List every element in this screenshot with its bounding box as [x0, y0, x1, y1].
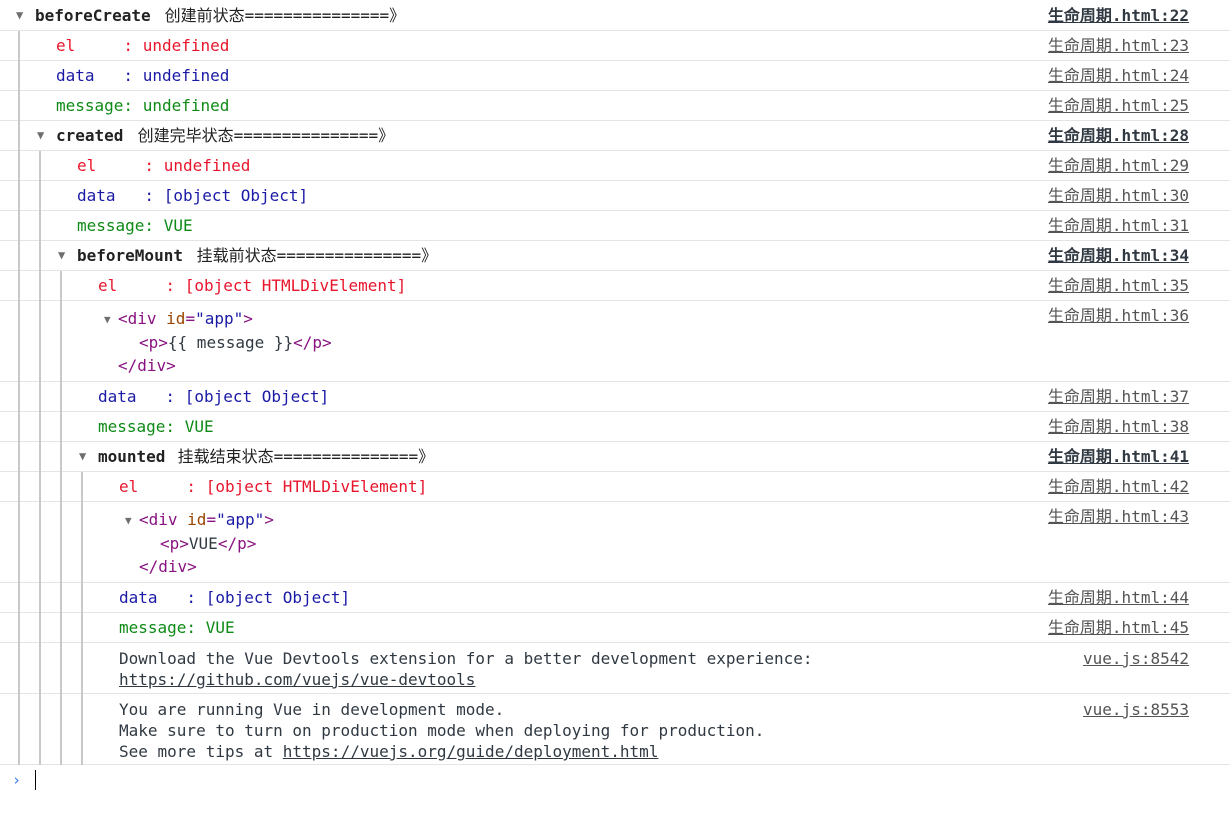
group-header-before-mount[interactable]: ▼ beforeMount 挂载前状态===============》 生命周期… [0, 241, 1230, 271]
log-message: message: VUE [77, 216, 193, 235]
group-header-mounted[interactable]: ▼ mounted 挂载结束状态===============》 生命周期.ht… [0, 442, 1230, 472]
console-log-row-dom-node: ▼ <div id="app"> <p>VUE</p> </div> 生命周期.… [0, 502, 1230, 583]
console-log-row: data : [object Object] 生命周期.html:44 [0, 583, 1230, 613]
group-description: 挂载结束状态===============》 [168, 447, 435, 466]
source-link[interactable]: 生命周期.html:25 [1048, 95, 1189, 116]
log-message: message: undefined [56, 96, 230, 115]
log-message: data : [object Object] [77, 186, 309, 205]
source-link[interactable]: 生命周期.html:45 [1048, 617, 1189, 638]
log-message: Download the Vue Devtools extension for … [119, 649, 813, 668]
source-link[interactable]: 生命周期.html:38 [1048, 416, 1189, 437]
source-link[interactable]: 生命周期.html:43 [1048, 506, 1189, 527]
log-message: el : [object HTMLDivElement] [98, 276, 407, 295]
console-prompt-icon: › [12, 771, 22, 789]
group-indent-line [60, 271, 62, 765]
console-input-caret[interactable] [35, 770, 36, 790]
dom-div-open-tag[interactable]: <div id="app"> [118, 308, 253, 329]
console-log-row-vue-devtools: Download the Vue Devtools extension for … [0, 643, 1230, 694]
source-link[interactable]: 生命周期.html:24 [1048, 65, 1189, 86]
group-label: beforeMount [77, 246, 183, 265]
log-message: data : [object Object] [119, 588, 351, 607]
console-log-row: data : [object Object] 生命周期.html:37 [0, 382, 1230, 412]
expand-triangle-icon[interactable]: ▼ [104, 309, 111, 330]
console-log-row: data : [object Object] 生命周期.html:30 [0, 181, 1230, 211]
source-link[interactable]: 生命周期.html:44 [1048, 587, 1189, 608]
log-message: el : undefined [56, 36, 230, 55]
source-link[interactable]: 生命周期.html:30 [1048, 185, 1189, 206]
dom-div-close-tag: </div> [139, 557, 197, 576]
group-indent-line [39, 151, 41, 765]
log-message-line-3: See more tips at https://vuejs.org/guide… [119, 742, 659, 761]
devtools-link[interactable]: https://github.com/vuejs/vue-devtools [119, 669, 475, 690]
collapse-triangle-icon[interactable]: ▼ [16, 5, 23, 26]
source-link[interactable]: 生命周期.html:29 [1048, 155, 1189, 176]
group-header-before-create[interactable]: ▼ beforeCreate 创建前状态===============》 生命周… [0, 0, 1230, 31]
dom-div-open-tag[interactable]: <div id="app"> [139, 509, 274, 530]
source-link[interactable]: vue.js:8542 [1083, 648, 1189, 669]
log-message: el : undefined [77, 156, 251, 175]
console-log-row: message: VUE 生命周期.html:38 [0, 412, 1230, 442]
dom-p-element[interactable]: <p>VUE</p> [160, 533, 256, 554]
log-message-line-2: Make sure to turn on production mode whe… [119, 721, 765, 740]
dom-p-element[interactable]: <p>{{ message }}</p> [139, 332, 332, 353]
collapse-triangle-icon[interactable]: ▼ [58, 245, 65, 266]
console-log-row-dom-node: ▼ <div id="app"> <p>{{ message }}</p> </… [0, 301, 1230, 382]
dom-div-close-tag: </div> [118, 356, 176, 375]
console-log-row: el : undefined 生命周期.html:23 [0, 31, 1230, 61]
group-description: 挂载前状态===============》 [187, 246, 438, 265]
source-link[interactable]: 生命周期.html:31 [1048, 215, 1189, 236]
source-link[interactable]: 生命周期.html:35 [1048, 275, 1189, 296]
deployment-guide-link[interactable]: https://vuejs.org/guide/deployment.html [283, 742, 659, 761]
console-log-row: el : [object HTMLDivElement] 生命周期.html:4… [0, 472, 1230, 502]
console-log-row-vue-dev-mode: You are running Vue in development mode.… [0, 694, 1230, 765]
group-label: beforeCreate [35, 6, 151, 25]
group-header-created[interactable]: ▼ created 创建完毕状态===============》 生命周期.ht… [0, 121, 1230, 151]
collapse-triangle-icon[interactable]: ▼ [37, 125, 44, 146]
source-link[interactable]: 生命周期.html:28 [1048, 125, 1189, 146]
group-indent-line [18, 31, 20, 765]
console-log-row: data : undefined 生命周期.html:24 [0, 61, 1230, 91]
source-link[interactable]: 生命周期.html:22 [1048, 5, 1189, 26]
log-message: data : undefined [56, 66, 230, 85]
source-link[interactable]: vue.js:8553 [1083, 699, 1189, 720]
log-message: el : [object HTMLDivElement] [119, 477, 428, 496]
console-log-row: el : [object HTMLDivElement] 生命周期.html:3… [0, 271, 1230, 301]
collapse-triangle-icon[interactable]: ▼ [79, 446, 86, 467]
group-description: 创建完毕状态===============》 [128, 126, 395, 145]
console-log-row: message: VUE 生命周期.html:45 [0, 613, 1230, 643]
console-log-row: message: undefined 生命周期.html:25 [0, 91, 1230, 121]
source-link[interactable]: 生命周期.html:36 [1048, 305, 1189, 326]
log-message: You are running Vue in development mode. [119, 700, 505, 719]
source-link[interactable]: 生命周期.html:41 [1048, 446, 1189, 467]
source-link[interactable]: 生命周期.html:34 [1048, 245, 1189, 266]
group-indent-line [81, 472, 83, 765]
expand-triangle-icon[interactable]: ▼ [125, 510, 132, 531]
console-log-row: el : undefined 生命周期.html:29 [0, 151, 1230, 181]
log-message: message: VUE [119, 618, 235, 637]
source-link[interactable]: 生命周期.html:23 [1048, 35, 1189, 56]
group-label: mounted [98, 447, 166, 466]
group-label: created [56, 126, 124, 145]
source-link[interactable]: 生命周期.html:37 [1048, 386, 1189, 407]
console-log-row: message: VUE 生命周期.html:31 [0, 211, 1230, 241]
log-message: message: VUE [98, 417, 214, 436]
log-message: data : [object Object] [98, 387, 330, 406]
source-link[interactable]: 生命周期.html:42 [1048, 476, 1189, 497]
group-description: 创建前状态===============》 [155, 6, 406, 25]
